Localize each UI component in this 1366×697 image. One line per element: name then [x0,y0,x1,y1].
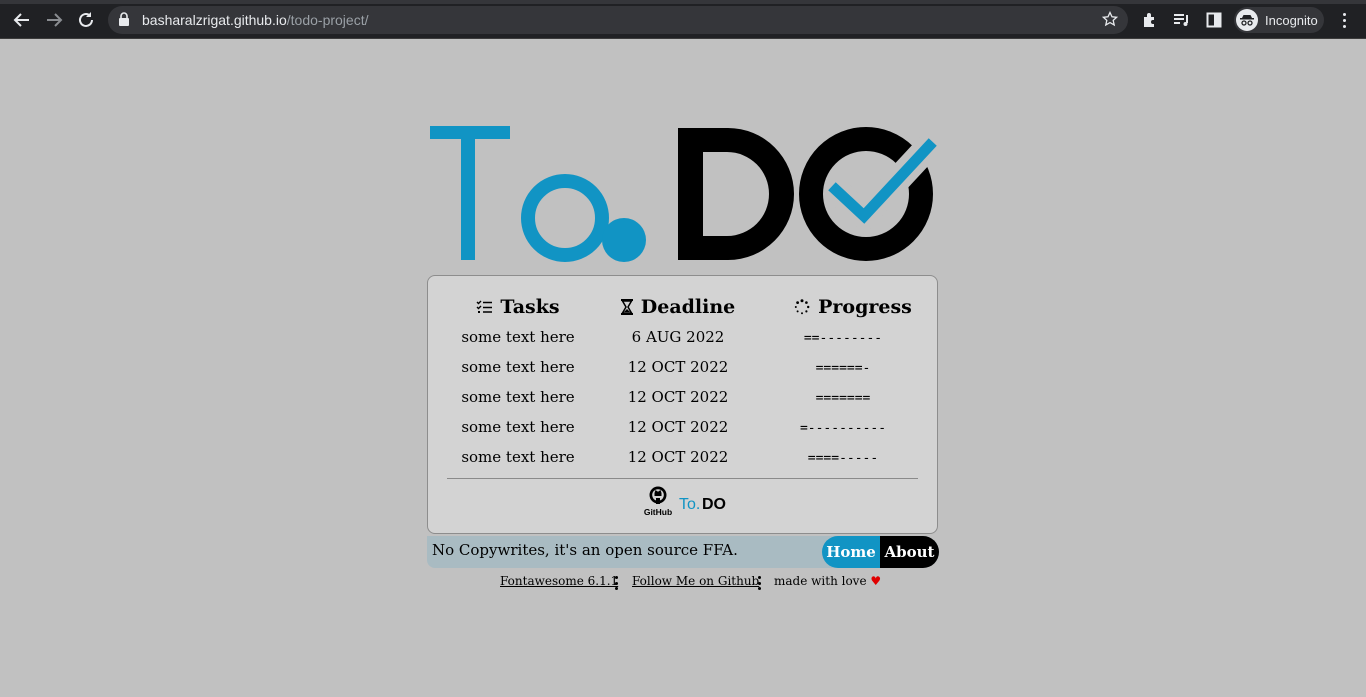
reload-button[interactable] [74,8,98,32]
mini-logo-do: DO [702,496,726,513]
extensions-button[interactable] [1138,8,1162,32]
spinner-icon [794,299,810,315]
url-host: basharalzrigat.github.io [142,12,287,28]
bookmark-star-icon[interactable] [1101,10,1119,30]
forward-button[interactable] [42,8,66,32]
progress-header-label: Progress [818,296,912,318]
mini-todo-logo: To. DO [679,496,726,513]
table-row: some text here 12 OCT 2022 =---------- [428,418,937,440]
about-button[interactable]: About [880,536,939,568]
table-row: some text here 6 AUG 2022 ==-------- [428,328,937,350]
separator-dots-icon [758,576,761,590]
url-text: basharalzrigat.github.io/todo-project/ [142,12,368,28]
progress-cell: =---------- [799,421,887,436]
github-follow-link[interactable]: Follow Me on Github [632,574,759,588]
copyright-text: No Copywrites, it's an open source FFA. [432,541,738,559]
github-label: GitHub [644,507,672,517]
progress-cell: ==-------- [803,331,883,346]
deadline-cell: 12 OCT 2022 [627,418,729,436]
table-header: Tasks Deadline Progress [428,294,937,320]
deadline-header-label: Deadline [640,296,736,318]
puzzle-icon [1144,13,1154,27]
incognito-label: Incognito [1265,13,1318,28]
media-control-button[interactable] [1170,8,1194,32]
deadline-cell: 12 OCT 2022 [627,358,729,376]
task-cell: some text here [461,358,575,376]
tasks-header-label: Tasks [500,296,560,318]
hourglass-icon [620,299,633,315]
mini-logo-to: To. [679,496,700,513]
heart-icon: ♥ [870,574,882,588]
separator-dots-icon [615,576,618,590]
logo-to [430,126,646,262]
list-check-icon [476,300,493,313]
todo-card: Tasks Deadline Progress some text here 6… [427,275,938,534]
incognito-icon [1236,9,1258,31]
task-cell: some text here [461,448,575,466]
reload-icon [79,12,93,27]
fontawesome-link[interactable]: Fontawesome 6.1.1 [500,574,618,588]
footer-links: Fontawesome 6.1.1 Follow Me on Github ma… [0,574,1366,592]
github-icon[interactable]: GitHub [644,486,672,518]
browser-menu-button[interactable] [1336,8,1352,32]
divider [447,478,918,479]
lock-icon [118,12,130,29]
deadline-cell: 6 AUG 2022 [631,328,725,346]
progress-cell: ====----- [807,451,879,466]
deadline-header: Deadline [598,294,758,320]
arrow-right-icon [47,13,63,27]
table-row: some text here 12 OCT 2022 ======= [428,388,937,410]
progress-header: Progress [773,294,933,320]
table-row: some text here 12 OCT 2022 ======- [428,358,937,380]
progress-cell: ======- [815,361,871,376]
browser-toolbar: basharalzrigat.github.io/todo-project/ I… [0,0,1366,39]
progress-cell: ======= [815,391,871,406]
incognito-profile[interactable]: Incognito [1234,7,1324,33]
arrow-left-icon [13,13,29,27]
tasks-header: Tasks [438,294,598,320]
side-panel-button[interactable] [1202,8,1226,32]
task-cell: some text here [461,418,575,436]
task-cell: some text here [461,388,575,406]
logo-do [678,127,939,261]
card-footer-logos: GitHub To. DO [644,486,726,518]
url-path: /todo-project/ [286,12,369,28]
footer-bar: No Copywrites, it's an open source FFA. … [427,536,939,568]
tab-strip [0,0,1366,4]
playlist-icon [1174,14,1188,26]
task-cell: some text here [461,328,575,346]
made-with-love: made with love ♥ [774,574,881,588]
address-bar[interactable]: basharalzrigat.github.io/todo-project/ [108,6,1128,34]
back-button[interactable] [10,8,34,32]
table-row: some text here 12 OCT 2022 ====----- [428,448,937,470]
side-panel-icon [1206,12,1222,28]
todo-logo [430,126,939,262]
made-with-love-text: made with love [774,574,867,588]
home-button[interactable]: Home [822,536,880,568]
deadline-cell: 12 OCT 2022 [627,448,729,466]
deadline-cell: 12 OCT 2022 [627,388,729,406]
